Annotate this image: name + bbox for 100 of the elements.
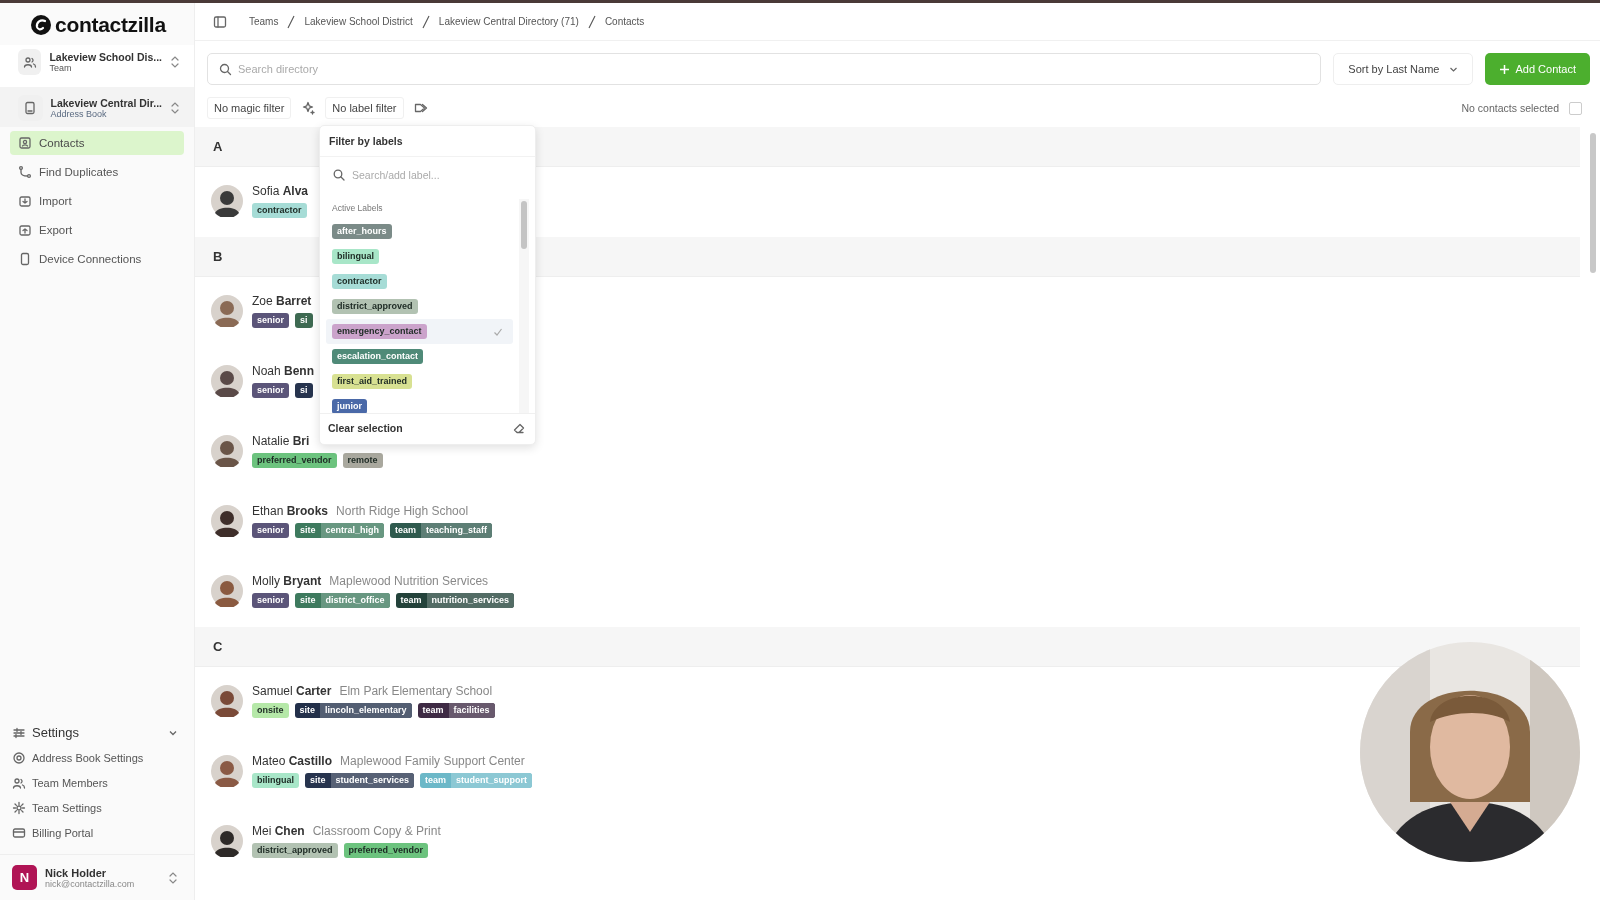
tag: team nutrition_services [395,593,515,608]
tag: contractor [252,203,307,218]
tag: district_approved [332,299,418,314]
label-option[interactable]: after_hours [326,219,513,244]
label-option[interactable]: first_aid_trained [326,369,513,394]
avatar [211,685,243,717]
sort-dropdown[interactable]: Sort by Last Name [1333,53,1474,85]
contact-name[interactable]: Sofia Alva [252,184,309,198]
tag: onsite [252,703,289,718]
group-heading: Active Labels [331,202,384,215]
tag: emergency_contact [332,324,427,339]
selection-status: No contacts selected [1461,102,1559,114]
label-option[interactable]: bilingual [326,244,513,269]
contact-organization: Elm Park Elementary School [339,684,493,698]
tag: senior [252,313,289,328]
plus-icon [1499,63,1511,75]
breadcrumb[interactable]: Contacts [604,16,645,27]
people-icon [22,55,37,69]
select-all-checkbox[interactable] [1569,101,1582,115]
sliders-icon [12,725,26,740]
search-field[interactable]: Search directory [207,53,1322,85]
breadcrumb[interactable]: Lakeview School District [304,16,413,27]
nav-item[interactable]: Import [10,189,184,213]
switcher[interactable]: Lakeview School Dis... Team [0,45,194,87]
avatar [211,575,243,607]
tag: remote [342,453,383,468]
export-icon [18,223,32,237]
contact-organization: North Ridge High School [336,504,469,518]
switcher-type: Address Book [50,109,108,119]
contact-name[interactable]: Mateo Castillo [252,754,333,768]
tag: escalation_contact [332,349,424,364]
sidebar-toggle-icon[interactable] [213,14,227,29]
tag: senior [252,383,289,398]
label-option[interactable]: emergency_contact [326,319,513,344]
tag: team teaching_staff [390,523,493,538]
user-menu[interactable]: N Nick Holder nick@contactzilla.com [0,855,194,900]
contact-name[interactable]: Zoe Barret [252,294,312,308]
clear-selection-button[interactable]: Clear selection [328,422,403,434]
user-email: nick@contactzilla.com [45,878,136,889]
sparkle-icon[interactable] [301,101,316,115]
contact-name[interactable]: Mei Chen [252,824,305,838]
tag: preferred_vendor [252,453,337,468]
breadcrumb[interactable]: Lakeview Central Directory (71) [438,16,579,27]
search-icon [333,169,345,181]
contact-name[interactable]: Noah Benn [252,364,315,378]
tag: site district_office [295,593,390,608]
people-icon [12,776,26,790]
breadcrumb-separator-icon [286,14,297,29]
avatar [211,295,243,327]
credit-card-icon [12,826,26,840]
label-option[interactable]: junior [326,394,513,413]
contact-name[interactable]: Samuel Carter [252,684,332,698]
scrollbar[interactable] [521,201,527,249]
settings-item[interactable]: Team Settings [12,796,184,821]
tag: senior [252,593,289,608]
settings-item[interactable]: Address Book Settings [12,746,184,771]
chevron-updown-icon [170,101,180,115]
section-letter: C [195,627,1580,667]
contact-name[interactable]: Ethan Brooks [252,504,329,518]
label-filter-button[interactable]: No label filter [325,97,404,119]
avatar [211,435,243,467]
search-icon [219,63,232,76]
tags-icon[interactable] [413,101,428,115]
nav-item[interactable]: Contacts [10,131,184,155]
tag: first_aid_trained [332,374,413,389]
nav-item[interactable]: Find Duplicates [10,160,184,184]
tag: si [295,383,313,398]
tag: site central_high [295,523,385,538]
avatar [211,365,243,397]
tag: team facilities [417,703,495,718]
switcher-name: Lakeview School Dis... [49,51,162,63]
breadcrumb[interactable]: Teams [249,16,279,27]
label-option[interactable]: contractor [326,269,513,294]
contact-name[interactable]: Natalie Bri [252,434,310,448]
tag: si [295,313,313,328]
label-option[interactable]: escalation_contact [326,344,513,369]
import-icon [18,194,32,208]
settings-header[interactable]: Settings [12,721,184,746]
user-name: Nick Holder [45,866,108,879]
avatar [211,825,243,857]
contact-organization: Maplewood Family Support Center [340,754,525,768]
tag: contractor [332,274,387,289]
nav-item[interactable]: Device Connections [10,247,184,271]
tag: bilingual [252,773,299,788]
label-option[interactable]: district_approved [326,294,513,319]
contact-name[interactable]: Molly Bryant [252,574,322,588]
avatar [211,755,243,787]
switcher[interactable]: Lakeview Central Dir... Address Book [0,87,194,127]
settings-item[interactable]: Billing Portal [12,821,184,846]
tag: senior [252,523,289,538]
contact-organization: Classroom Copy & Print [312,824,441,838]
tag: team student_support [420,773,533,788]
settings-item[interactable]: Team Members [12,771,184,796]
checkmark-icon [493,326,503,337]
magic-filter-button[interactable]: No magic filter [207,97,292,119]
tag: after_hours [332,224,392,239]
nav-item[interactable]: Export [10,218,184,242]
scrollbar[interactable] [1590,133,1596,273]
tag: site lincoln_elementary [294,703,412,718]
settings-icon [12,801,26,815]
